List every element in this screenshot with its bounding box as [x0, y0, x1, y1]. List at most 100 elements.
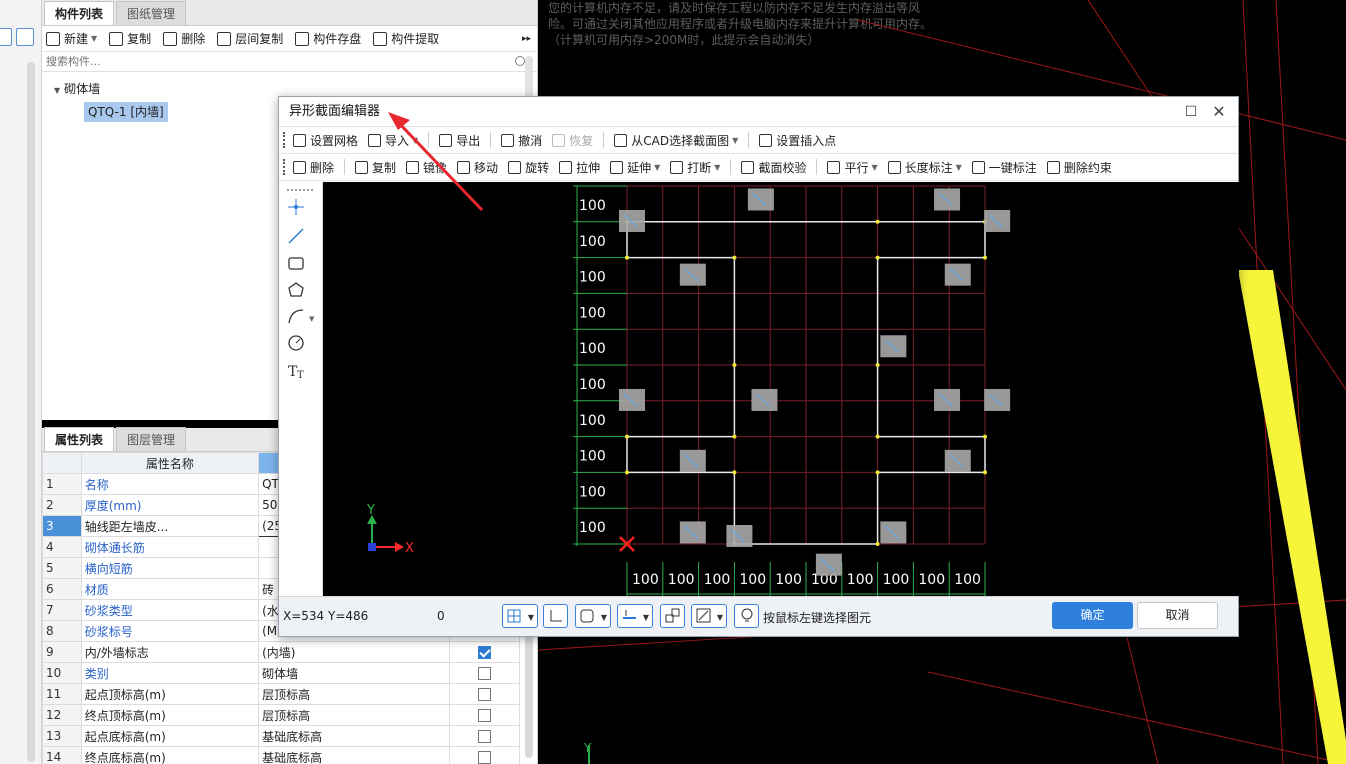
property-checkbox[interactable]: [478, 751, 492, 764]
polygon-tool-icon[interactable]: [288, 282, 304, 297]
toolbar-label: 设置插入点: [776, 133, 837, 148]
rotate-button[interactable]: 旋转: [508, 159, 549, 176]
property-row[interactable]: 13 起点底标高(m) 基础底标高: [42, 725, 520, 747]
property-checkbox[interactable]: [478, 646, 492, 659]
parallel-button[interactable]: 平行 ▼: [827, 159, 878, 176]
maximize-icon[interactable]: ☐: [1176, 97, 1206, 127]
vertex-point: [875, 255, 880, 260]
property-row[interactable]: 10 类别 砌体墙: [42, 662, 520, 684]
toolbar-label: 删除约束: [1063, 160, 1112, 175]
length-dim-icon: [887, 160, 901, 174]
dynamic-input-button[interactable]: [660, 604, 685, 628]
section-check-button[interactable]: 截面校验: [741, 159, 806, 176]
strip-scrollbar[interactable]: [27, 62, 35, 762]
property-row[interactable]: 9 内/外墙标志 (内墙): [42, 641, 520, 663]
redo-button[interactable]: 恢复: [552, 132, 593, 149]
grid-icon: [293, 133, 306, 147]
section-grid-drawing[interactable]: 100 100 100 100 100 100 100 100 100 100 100 100 100 1…: [323, 182, 1239, 596]
property-checkbox[interactable]: [478, 688, 492, 701]
constraint-marker-icon: [751, 388, 778, 411]
extract-component-label: 构件提取: [391, 32, 440, 46]
property-checkbox[interactable]: [478, 667, 492, 680]
chevron-down-icon: ▼: [527, 613, 534, 622]
tab-component-list[interactable]: 构件列表: [44, 1, 115, 25]
property-value[interactable]: 基础底标高: [258, 725, 451, 747]
point-tool-icon[interactable]: [288, 199, 304, 215]
grid-button[interactable]: 设置网格: [293, 132, 358, 149]
cancel-button[interactable]: 取消: [1137, 602, 1218, 629]
property-row[interactable]: 14 终点底标高(m) 基础底标高: [42, 746, 520, 764]
ortho-button[interactable]: [543, 604, 568, 628]
more-tools-button[interactable]: ▸▸: [522, 34, 531, 44]
break-button[interactable]: 打断 ▼: [670, 159, 720, 176]
floor-copy-button[interactable]: 层间复制: [217, 30, 283, 47]
snap-shape-button[interactable]: ▼: [575, 604, 611, 628]
property-value[interactable]: 基础底标高: [258, 746, 451, 764]
search-input[interactable]: [46, 52, 486, 70]
component-tabbar: 构件列表 图纸管理: [42, 0, 537, 26]
row-dimension-label: 100: [579, 270, 606, 286]
length-dim-button[interactable]: 长度标注 ▼: [887, 159, 962, 176]
property-value[interactable]: 砌体墙: [258, 662, 451, 684]
property-value[interactable]: 层顶标高: [258, 704, 451, 726]
svg-text:T: T: [297, 370, 304, 381]
extract-component-button[interactable]: 构件提取: [373, 30, 439, 47]
circle-tool-icon[interactable]: [288, 335, 304, 351]
copy-button[interactable]: 复制: [109, 30, 151, 47]
property-checkbox[interactable]: [478, 709, 492, 722]
delete-constraint-icon: [1046, 160, 1060, 174]
toolbar-grip[interactable]: [283, 132, 285, 148]
column-dimension-label: 100: [954, 572, 981, 588]
constraint-marker-icon: [619, 209, 645, 232]
tab-property-list[interactable]: 属性列表: [44, 427, 115, 451]
row-dimension-label: 100: [579, 484, 606, 500]
property-name: 横向短筋: [80, 557, 260, 579]
search-icon[interactable]: [515, 56, 525, 66]
tree-item-qtq1[interactable]: QTQ-1 [内墙]: [84, 102, 168, 122]
text-tool-icon[interactable]: TT: [288, 364, 304, 381]
row-dimension-label: 100: [579, 198, 606, 214]
tab-drawing-management[interactable]: 图纸管理: [116, 1, 187, 25]
save-component-button[interactable]: 构件存盘: [295, 30, 361, 47]
rectangle-tool-icon[interactable]: [288, 257, 304, 270]
grid-toggle-button[interactable]: ▼: [502, 604, 538, 628]
detail-view-icon[interactable]: [16, 28, 34, 46]
delete-button[interactable]: 删除: [163, 30, 205, 47]
stretch-button[interactable]: 拉伸: [559, 159, 600, 176]
list-view-icon[interactable]: [0, 28, 12, 46]
close-icon[interactable]: ✕: [1204, 97, 1234, 127]
section-canvas[interactable]: 100 100 100 100 100 100 100 100 100 100 100 100 100 1…: [323, 182, 1239, 596]
delete-constraint-button[interactable]: 删除约束: [1046, 159, 1112, 176]
row-index: 3: [42, 515, 82, 537]
constraint-marker-icon: [679, 521, 706, 544]
property-value[interactable]: (内墙): [258, 641, 451, 663]
auto-dim-button[interactable]: 一键标注: [971, 159, 1037, 176]
toolbar-label: 打断: [687, 160, 712, 175]
axis-x-label: X: [405, 541, 414, 556]
toolbar-grip[interactable]: [283, 159, 285, 175]
vertex-point: [875, 219, 880, 224]
expand-icon[interactable]: ▼: [54, 86, 60, 95]
arc-tool-icon[interactable]: ▼: [288, 309, 315, 324]
confirm-button[interactable]: 确定: [1052, 602, 1133, 629]
undo-button[interactable]: 撤消: [501, 132, 542, 149]
extend-icon: [610, 160, 624, 174]
insert-point-icon: [759, 133, 773, 147]
property-name: 类别: [80, 662, 260, 684]
insert-point-button[interactable]: 设置插入点: [759, 132, 836, 149]
snap-point-button[interactable]: ▼: [617, 604, 653, 628]
tab-layer-management[interactable]: 图层管理: [116, 427, 187, 451]
property-row[interactable]: 11 起点顶标高(m) 层顶标高: [42, 683, 520, 705]
select-filter-button[interactable]: ▼: [691, 604, 727, 628]
new-button[interactable]: 新建 ▼: [46, 30, 97, 47]
lightbulb-icon[interactable]: [734, 604, 759, 628]
cursor-coordinates: X=534 Y=486: [283, 609, 369, 623]
property-row[interactable]: 12 终点顶标高(m) 层顶标高: [42, 704, 520, 726]
cad-select-button[interactable]: 从CAD选择截面图 ▼: [614, 132, 738, 149]
extend-button[interactable]: 延伸 ▼: [610, 159, 660, 176]
property-checkbox[interactable]: [478, 730, 492, 743]
row-index: 4: [42, 536, 82, 558]
line-tool-icon[interactable]: [288, 228, 304, 244]
property-value[interactable]: 层顶标高: [258, 683, 451, 705]
delete-button[interactable]: 删除: [293, 159, 334, 176]
